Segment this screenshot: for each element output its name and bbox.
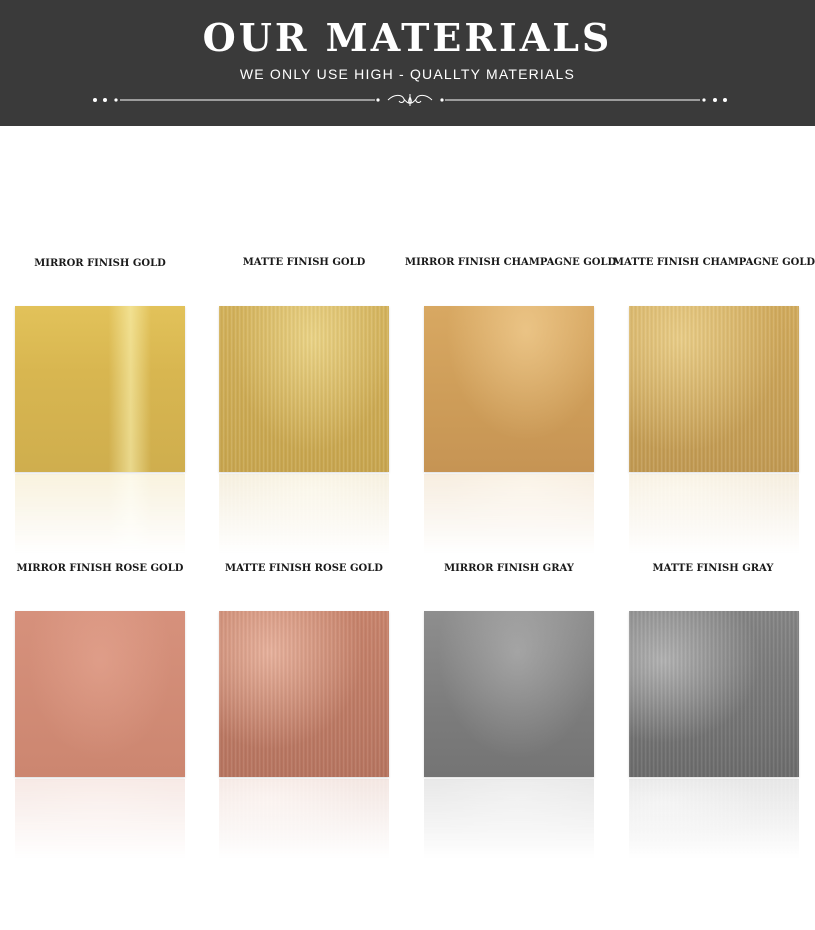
- swatch-reflection: [629, 474, 799, 554]
- page-subtitle: WE ONLY USE HIGH - QUALLTY MATERIALS: [239, 66, 576, 82]
- material-label-mirror-finish-gold: MIRROR FINISH GOLD: [34, 258, 166, 269]
- swatch-mirror-finish-champagne-gold: [424, 306, 594, 472]
- header-banner: OUR MATERIALS WE ONLY USE HIGH - QUALLTY…: [0, 0, 815, 126]
- page: OUR MATERIALS WE ONLY USE HIGH - QUALLTY…: [0, 0, 815, 930]
- material-label-matte-finish-gray: MATTE FINISH GRAY: [652, 563, 774, 574]
- swatch-mirror-finish-gold: [15, 306, 185, 472]
- swatch-matte-finish-champagne-gold: [629, 306, 799, 472]
- swatch-reflection: [219, 779, 389, 859]
- page-title: OUR MATERIALS: [202, 15, 613, 60]
- swatch-matte-finish-gray: [629, 611, 799, 777]
- swatch-matte-finish-rose-gold: [219, 611, 389, 777]
- swatch-mirror-finish-rose-gold: [15, 611, 185, 777]
- swatch-reflection: [424, 474, 594, 554]
- swatch-mirror-finish-gray: [424, 611, 594, 777]
- swatch-matte-finish-gold: [219, 306, 389, 472]
- swatch-reflection: [629, 779, 799, 859]
- ornamental-divider: [93, 94, 727, 106]
- swatch-reflection: [424, 779, 594, 859]
- material-label-mirror-finish-gray: MIRROR FINISH GRAY: [444, 563, 574, 574]
- swatch-reflection: [15, 474, 185, 554]
- swatch-reflection: [219, 474, 389, 554]
- material-label-matte-finish-rose-gold: MATTE FINISH ROSE GOLD: [225, 563, 383, 574]
- material-label-matte-finish-champagne-gold: MATTE FINISH CHAMPAGNE GOLD: [612, 257, 815, 268]
- material-label-mirror-finish-champagne-gold: MIRROR FINISH CHAMPAGNE GOLD: [405, 257, 617, 268]
- material-label-mirror-finish-rose-gold: MIRROR FINISH ROSE GOLD: [16, 563, 184, 574]
- swatch-reflection: [15, 779, 185, 859]
- material-label-matte-finish-gold: MATTE FINISH GOLD: [242, 257, 366, 268]
